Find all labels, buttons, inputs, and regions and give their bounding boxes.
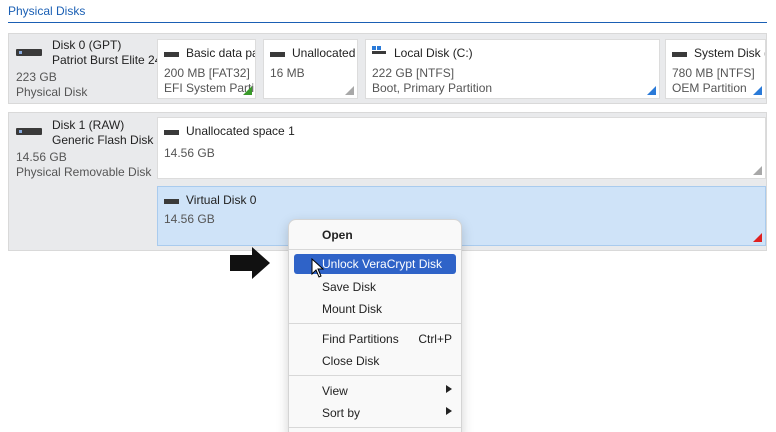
disk-size: 14.56 GB bbox=[16, 150, 67, 164]
menu-item-mount-disk[interactable]: Mount Disk bbox=[289, 299, 461, 319]
menu-item-label: Close Disk bbox=[322, 354, 380, 368]
submenu-arrow-icon bbox=[446, 385, 452, 393]
partition-local-disk-c[interactable]: Local Disk (C:) 222 GB [NTFS] Boot, Prim… bbox=[365, 39, 660, 99]
status-corner-gray bbox=[753, 166, 762, 175]
partition-size: 200 MB [FAT32] bbox=[164, 66, 250, 80]
partition-label: Basic data pa bbox=[186, 46, 256, 60]
disk-name: Disk 0 (GPT) bbox=[52, 38, 122, 52]
partition-label: Unallocated space 1 bbox=[186, 124, 295, 138]
windows-disk-icon bbox=[372, 46, 386, 58]
partition-unallocated-small[interactable]: Unallocated s 16 MB bbox=[263, 39, 358, 99]
disk-info-0[interactable]: Disk 0 (GPT) Patriot Burst Elite 24 223 … bbox=[9, 34, 161, 103]
disk-name: Disk 1 (RAW) bbox=[52, 118, 125, 132]
submenu-arrow-icon bbox=[446, 407, 452, 415]
status-corner-green bbox=[243, 86, 252, 95]
menu-separator bbox=[289, 427, 461, 428]
status-corner-red bbox=[753, 233, 762, 242]
section-divider bbox=[8, 22, 767, 23]
partition-size: 14.56 GB bbox=[164, 146, 215, 160]
disk-row-0[interactable]: Disk 0 (GPT) Patriot Burst Elite 24 223 … bbox=[8, 33, 767, 104]
partition-size: 16 MB bbox=[270, 66, 305, 80]
menu-item-shortcut: Ctrl+P bbox=[418, 332, 452, 346]
menu-item-label: Mount Disk bbox=[322, 302, 383, 316]
menu-item-label: Save Disk bbox=[322, 280, 377, 294]
partition-role: OEM Partition bbox=[672, 81, 747, 95]
menu-item-save-disk[interactable]: Save Disk bbox=[289, 277, 461, 297]
disk-icon bbox=[16, 49, 42, 56]
mouse-cursor-icon bbox=[311, 258, 325, 278]
partition-size: 780 MB [NTFS] bbox=[672, 66, 755, 80]
partition-size: 14.56 GB bbox=[164, 212, 215, 226]
status-corner-blue bbox=[647, 86, 656, 95]
menu-separator bbox=[289, 375, 461, 376]
context-menu: Open Unlock VeraCrypt Disk Save Disk Mou… bbox=[288, 219, 462, 432]
disk-type: Physical Removable Disk bbox=[16, 165, 152, 179]
disk-icon bbox=[672, 52, 687, 57]
arrow-right-icon bbox=[230, 247, 270, 279]
partition-label: Local Disk (C:) bbox=[394, 46, 473, 60]
partition-role: Boot, Primary Partition bbox=[372, 81, 493, 95]
menu-item-open[interactable]: Open bbox=[289, 225, 461, 245]
menu-item-label: Find Partitions bbox=[322, 332, 399, 346]
partition-role: EFI System Parti bbox=[164, 81, 255, 95]
disk-info-1[interactable]: Disk 1 (RAW) Generic Flash Disk 14.56 GB… bbox=[9, 113, 157, 250]
menu-item-find-partitions[interactable]: Find Partitions Ctrl+P bbox=[289, 329, 461, 349]
disk-size: 223 GB bbox=[16, 70, 57, 84]
menu-item-close-disk[interactable]: Close Disk bbox=[289, 351, 461, 371]
partition-basic-data[interactable]: Basic data pa 200 MB [FAT32] EFI System … bbox=[157, 39, 256, 99]
menu-item-label: Sort by bbox=[322, 406, 361, 420]
partition-size: 222 GB [NTFS] bbox=[372, 66, 455, 80]
menu-item-label: Unlock VeraCrypt Disk bbox=[322, 257, 443, 271]
menu-item-label: View bbox=[322, 384, 348, 398]
disk-model: Patriot Burst Elite 24 bbox=[52, 53, 162, 67]
menu-item-view[interactable]: View bbox=[289, 381, 461, 401]
partition-label: Unallocated s bbox=[292, 46, 358, 60]
menu-separator bbox=[289, 323, 461, 324]
status-corner-gray bbox=[345, 86, 354, 95]
status-corner-blue bbox=[753, 86, 762, 95]
disk-model: Generic Flash Disk bbox=[52, 133, 154, 147]
menu-separator bbox=[289, 249, 461, 250]
partition-system-disk[interactable]: System Disk ( 780 MB [NTFS] OEM Partitio… bbox=[665, 39, 766, 99]
disk-icon bbox=[16, 128, 42, 135]
disk-icon bbox=[164, 130, 179, 135]
menu-item-sort-by[interactable]: Sort by bbox=[289, 403, 461, 423]
menu-item-label: Open bbox=[322, 228, 353, 242]
disk-icon bbox=[164, 52, 179, 57]
disk-type: Physical Disk bbox=[16, 85, 88, 99]
partition-label: Virtual Disk 0 bbox=[186, 193, 257, 207]
partition-label: System Disk ( bbox=[694, 46, 766, 60]
section-title: Physical Disks bbox=[8, 4, 86, 18]
partition-unallocated-space[interactable]: Unallocated space 1 14.56 GB bbox=[157, 117, 766, 179]
disk-icon bbox=[270, 52, 285, 57]
disk-icon bbox=[164, 199, 179, 204]
